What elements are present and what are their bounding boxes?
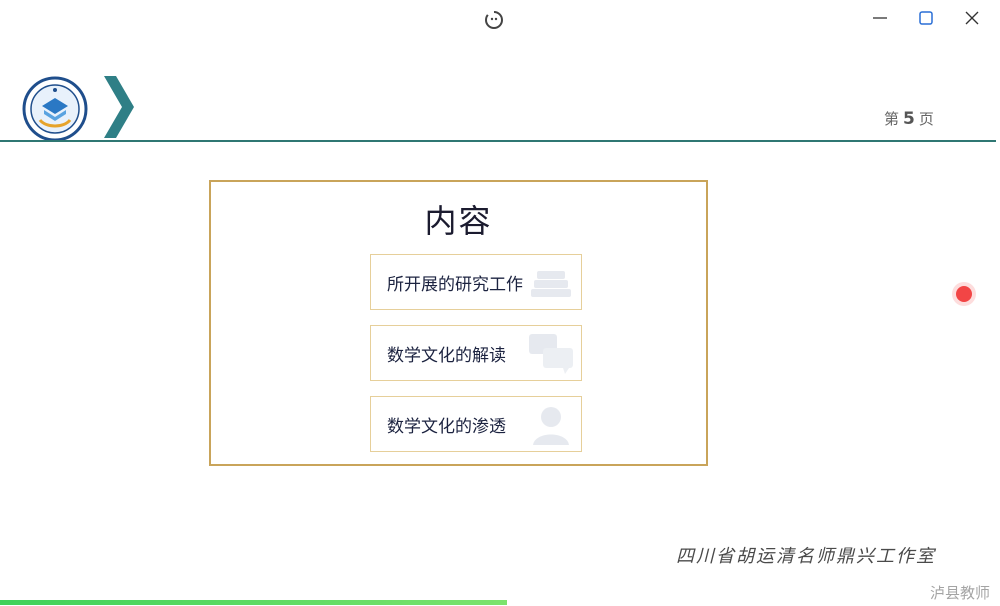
page-suffix: 页 [918, 110, 934, 128]
close-button[interactable] [954, 4, 990, 32]
maximize-button[interactable] [908, 4, 944, 32]
page-indicator: 第 5 页 [884, 108, 934, 129]
contents-item-math-culture-infiltration[interactable]: 数学文化的渗透 [370, 396, 582, 452]
minimize-icon [873, 17, 887, 19]
slide-canvas: 第 5 页 内容 所开展的研究工作 数学文化的解读 数学文化的渗透 四川省胡运清… [0, 36, 1000, 600]
contents-item-label: 数学文化的渗透 [387, 416, 506, 437]
slide-progress-fill [0, 600, 507, 605]
slide-progress-bar [0, 600, 1000, 605]
contents-title: 内容 [424, 202, 493, 240]
presentation-app-icon [484, 10, 504, 30]
header-divider [0, 140, 996, 142]
contents-item-label: 数学文化的解读 [387, 345, 506, 366]
contents-item-label: 所开展的研究工作 [387, 274, 523, 295]
contents-panel: 内容 所开展的研究工作 数学文化的解读 数学文化的渗透 [209, 180, 708, 466]
chevron-right-icon [104, 76, 134, 138]
laser-pointer-button[interactable] [956, 286, 972, 302]
person-icon [533, 407, 569, 445]
page-prefix: 第 [884, 110, 900, 128]
books-icon [531, 271, 571, 297]
close-icon [965, 11, 979, 25]
chat-bubbles-icon [529, 334, 573, 374]
page-number: 5 [903, 109, 915, 129]
school-logo [22, 76, 88, 142]
maximize-icon [919, 11, 933, 25]
studio-name: 四川省胡运清名师鼎兴工作室 [676, 546, 936, 567]
contents-item-research-work[interactable]: 所开展的研究工作 [370, 254, 582, 310]
contents-item-math-culture-reading[interactable]: 数学文化的解读 [370, 325, 582, 381]
source-watermark: 泸县教师 [930, 584, 991, 602]
presentation-window: 第 5 页 内容 所开展的研究工作 数学文化的解读 数学文化的渗透 四川省胡运清… [0, 0, 1000, 606]
minimize-button[interactable] [862, 4, 898, 32]
title-bar [0, 0, 1000, 36]
